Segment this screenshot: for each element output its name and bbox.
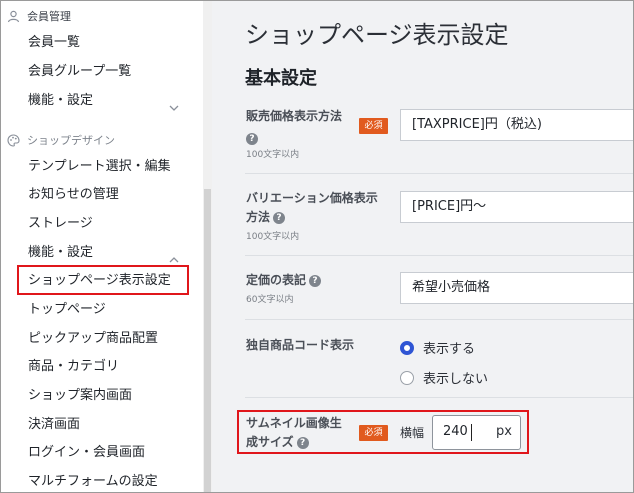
- palette-icon: [7, 133, 20, 147]
- divider: [245, 173, 633, 174]
- sidebar-item-member-list[interactable]: 会員一覧: [28, 33, 80, 53]
- unit-label: px: [496, 424, 512, 439]
- app-window: 会員管理 会員一覧 会員グループ一覧 機能・設定 ショップデザイン テンプレート…: [0, 0, 634, 493]
- section-header-member: 会員管理: [7, 7, 71, 25]
- required-badge: 必須: [359, 425, 388, 441]
- sale-price-label: 販売価格表示方法: [246, 109, 343, 123]
- sidebar-item-login-member[interactable]: ログイン・会員画面: [28, 443, 145, 463]
- list-price-label: 定価の表記?: [246, 271, 322, 290]
- chevron-up-icon[interactable]: [169, 249, 179, 263]
- help-icon[interactable]: ?: [246, 132, 258, 145]
- user-icon: [7, 10, 20, 23]
- divider: [245, 319, 633, 320]
- section-header-shop-design: ショップデザイン: [7, 131, 115, 149]
- divider: [245, 397, 633, 398]
- sidebar-item-template[interactable]: テンプレート選択・編集: [28, 157, 171, 177]
- sidebar-item-shop-page-display-settings[interactable]: ショップページ表示設定: [17, 265, 189, 295]
- sidebar-item-payment[interactable]: 決済画面: [28, 415, 80, 435]
- radio-hide[interactable]: 表示しない: [400, 368, 488, 387]
- sidebar-item-multiform[interactable]: マルチフォームの設定: [28, 472, 158, 492]
- sale-price-format-input[interactable]: [TAXPRICE]円（税込): [400, 109, 633, 141]
- main-content: ショップページ表示設定 基本設定 販売価格表示方法 ? 100文字以内 必須 […: [213, 1, 633, 492]
- section-title: 基本設定: [245, 68, 317, 89]
- sidebar-item-label: ショップページ表示設定: [28, 273, 171, 288]
- sidebar-item-shop-guide[interactable]: ショップ案内画面: [28, 386, 132, 406]
- radio-selected-icon[interactable]: [400, 340, 414, 355]
- radio-unselected-icon[interactable]: [400, 370, 414, 385]
- text-caret: [471, 424, 472, 441]
- list-price-limit: 60文字以内: [246, 295, 294, 305]
- sidebar-item-member-group-list[interactable]: 会員グループ一覧: [28, 62, 131, 82]
- chevron-down-icon[interactable]: [169, 97, 179, 111]
- variation-price-limit: 100文字以内: [246, 232, 300, 242]
- variation-price-label: バリエーション価格表示 方法?: [246, 191, 378, 224]
- thumbnail-width-value: 240: [443, 424, 468, 439]
- scrollbar-thumb[interactable]: [204, 189, 211, 492]
- thumbnail-width-input[interactable]: 240 px: [432, 415, 521, 450]
- variation-price-format-input[interactable]: [PRICE]円～: [400, 191, 633, 223]
- sidebar-item-top-page[interactable]: トップページ: [28, 300, 106, 320]
- list-price-notation-input[interactable]: 希望小売価格: [400, 272, 633, 304]
- help-icon[interactable]: ?: [273, 211, 286, 224]
- page-title: ショップページ表示設定: [245, 21, 509, 49]
- sidebar-item-pickup[interactable]: ピックアップ商品配置: [28, 329, 158, 349]
- radio-show[interactable]: 表示する: [400, 338, 475, 357]
- width-label: 横幅: [400, 426, 425, 440]
- sidebar: 会員管理 会員一覧 会員グループ一覧 機能・設定 ショップデザイン テンプレート…: [1, 1, 212, 492]
- sidebar-item-design-settings[interactable]: 機能・設定: [28, 243, 93, 263]
- help-icon[interactable]: ?: [309, 274, 322, 287]
- thumbnail-size-label: サムネイル画像生 成サイズ?: [246, 416, 342, 449]
- help-icon[interactable]: ?: [296, 436, 309, 449]
- required-badge: 必須: [359, 118, 388, 134]
- product-code-label: 独自商品コード表示: [246, 338, 355, 352]
- sidebar-item-news[interactable]: お知らせの管理: [28, 185, 119, 205]
- sidebar-item-member-settings[interactable]: 機能・設定: [28, 91, 93, 111]
- sidebar-item-product-category[interactable]: 商品・カテゴリ: [28, 357, 119, 377]
- divider: [245, 255, 633, 256]
- sidebar-scrollbar[interactable]: [203, 1, 212, 492]
- sale-price-limit: 100文字以内: [246, 150, 300, 160]
- sidebar-item-storage[interactable]: ストレージ: [28, 214, 93, 234]
